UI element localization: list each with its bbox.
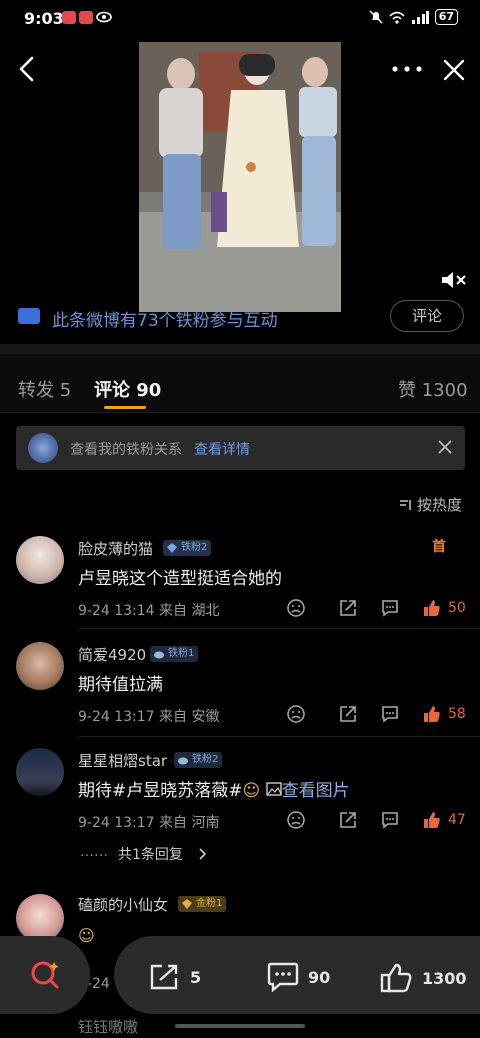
like-icon[interactable] bbox=[422, 810, 442, 830]
fan-badge-icon bbox=[28, 433, 58, 463]
comment-button[interactable]: 90 bbox=[266, 962, 330, 992]
comment-text: 卢昱晓这个造型挺适合她的 bbox=[78, 569, 282, 589]
comment-item: 脸皮薄的猫 铁粉2 首 卢昱晓这个造型挺适合她的 9-24 13:14 来自 湖… bbox=[0, 524, 480, 630]
home-indicator bbox=[175, 1024, 305, 1028]
comment-username[interactable]: 简爱4920 bbox=[78, 644, 146, 665]
tab-bar: 转发 5 评论 90 赞 1300 bbox=[0, 354, 480, 412]
video-player[interactable] bbox=[139, 42, 341, 312]
repost-count: 5 bbox=[190, 967, 202, 987]
fan-level-badge: 铁粉2 bbox=[174, 752, 223, 768]
search-button[interactable] bbox=[0, 936, 90, 1014]
reply-dots: …… bbox=[80, 844, 108, 860]
comment-meta: 9-24 13:14 来自 湖北 bbox=[78, 603, 220, 619]
status-time: 9:03 bbox=[24, 9, 64, 28]
promo-text: 此条微博有73个铁粉参与互动 bbox=[52, 311, 278, 331]
dislike-icon[interactable] bbox=[286, 598, 306, 618]
sort-label: 按热度 bbox=[417, 496, 463, 514]
close-icon[interactable] bbox=[440, 56, 468, 84]
reply-icon[interactable] bbox=[380, 704, 400, 724]
avatar[interactable] bbox=[16, 642, 64, 690]
fan-relation-banner[interactable]: 查看我的铁粉关系 查看详情 bbox=[16, 426, 465, 470]
fan-level-badge: 金粉1 bbox=[178, 896, 227, 912]
comment-topic[interactable]: 期待#卢昱晓苏落薇# bbox=[78, 781, 243, 801]
tab-repost[interactable]: 转发 5 bbox=[18, 376, 71, 402]
fan-banner-link[interactable]: 查看详情 bbox=[194, 439, 250, 459]
image-icon bbox=[265, 782, 282, 796]
thumbs-up-icon bbox=[380, 963, 412, 993]
view-image-link[interactable]: 查看图片 bbox=[282, 781, 350, 801]
battery-icon: 67 bbox=[434, 9, 458, 25]
comment-item: 星星相熠star 铁粉2 期待#卢昱晓苏落薇#☺ 查看图片 9-24 13:17… bbox=[0, 736, 480, 872]
action-bar: 5 90 1300 bbox=[114, 936, 480, 1014]
comment-item: 简爱4920 铁粉1 期待值拉满 9-24 13:17 来自 安徽 58 bbox=[0, 630, 480, 736]
notification-icon bbox=[62, 11, 76, 24]
like-count: 47 bbox=[448, 812, 466, 828]
search-icon bbox=[31, 961, 59, 989]
mute-icon[interactable] bbox=[440, 268, 468, 292]
chevron-right-icon bbox=[199, 848, 207, 860]
like-count: 50 bbox=[448, 600, 466, 616]
sort-toggle[interactable]: 按热度 bbox=[398, 494, 462, 515]
share-icon[interactable] bbox=[338, 810, 358, 830]
diamond-icon bbox=[167, 543, 177, 553]
like-button[interactable]: 1300 bbox=[380, 962, 467, 994]
emoji-icon: ☺ bbox=[78, 926, 95, 945]
comment-username[interactable]: 星星相熠star bbox=[78, 750, 167, 771]
tab-divider bbox=[0, 412, 480, 413]
share-icon[interactable] bbox=[338, 704, 358, 724]
repost-button[interactable]: 5 bbox=[148, 962, 201, 992]
comment-username[interactable]: 磕颜的小仙女 bbox=[78, 894, 168, 915]
share-icon[interactable] bbox=[338, 598, 358, 618]
wifi-icon bbox=[389, 11, 405, 24]
tab-comment[interactable]: 评论 90 bbox=[94, 376, 161, 402]
avatar[interactable] bbox=[16, 894, 64, 942]
comment-icon bbox=[267, 962, 299, 992]
comment-count: 90 bbox=[308, 967, 331, 987]
comment-text: 期待值拉满 bbox=[78, 675, 163, 695]
fan-banner-text: 查看我的铁粉关系 bbox=[70, 442, 182, 458]
section-divider bbox=[0, 344, 480, 354]
view-replies-link[interactable]: 共1条回复 bbox=[118, 844, 183, 864]
like-icon[interactable] bbox=[422, 598, 442, 618]
like-count: 58 bbox=[448, 706, 466, 722]
fans-interaction-promo: 此条微博有73个铁粉参与互动 评论 bbox=[18, 300, 468, 336]
cloud-icon bbox=[154, 651, 164, 659]
notification-icon bbox=[79, 11, 93, 24]
status-bar: 9:03 67 bbox=[0, 0, 480, 38]
reply-icon[interactable] bbox=[380, 810, 400, 830]
comment-username[interactable]: 脸皮薄的猫 bbox=[78, 538, 153, 559]
video-frame bbox=[139, 42, 341, 312]
tab-like[interactable]: 赞 1300 bbox=[398, 376, 468, 402]
sort-icon bbox=[400, 499, 411, 510]
like-icon[interactable] bbox=[422, 704, 442, 724]
like-count-total: 1300 bbox=[422, 968, 467, 988]
gold-badge-icon bbox=[182, 899, 192, 909]
fan-level-badge: 铁粉1 bbox=[150, 646, 199, 662]
mute-bell-icon bbox=[369, 10, 383, 24]
close-banner-icon[interactable] bbox=[436, 438, 454, 456]
emoji-icon: ☺ bbox=[242, 781, 261, 801]
dislike-icon[interactable] bbox=[286, 704, 306, 724]
cloud-icon bbox=[178, 757, 188, 765]
comment-username[interactable]: 钰钰嗷嗷 bbox=[78, 1016, 138, 1037]
fan-level-badge: 铁粉2 bbox=[163, 540, 212, 556]
back-icon[interactable] bbox=[14, 54, 40, 84]
comment-button[interactable]: 评论 bbox=[390, 300, 464, 332]
status-icons: 67 bbox=[369, 9, 458, 25]
signal-icon bbox=[411, 10, 429, 24]
eye-icon bbox=[96, 11, 112, 23]
fans-icon bbox=[18, 308, 40, 324]
hot-comment-tag: 首 bbox=[432, 539, 446, 555]
dislike-icon[interactable] bbox=[286, 810, 306, 830]
more-icon[interactable] bbox=[390, 62, 424, 76]
comment-text: 期待#卢昱晓苏落薇#☺ 查看图片 bbox=[78, 776, 350, 801]
reply-icon[interactable] bbox=[380, 598, 400, 618]
tab-indicator bbox=[104, 406, 146, 409]
comment-meta: 9-24 13:17 来自 河南 bbox=[78, 815, 220, 831]
comment-divider bbox=[78, 628, 480, 629]
repost-icon bbox=[150, 964, 178, 990]
avatar[interactable] bbox=[16, 748, 64, 796]
comment-meta: 9-24 13:17 来自 安徽 bbox=[78, 709, 220, 725]
avatar[interactable] bbox=[16, 536, 64, 584]
